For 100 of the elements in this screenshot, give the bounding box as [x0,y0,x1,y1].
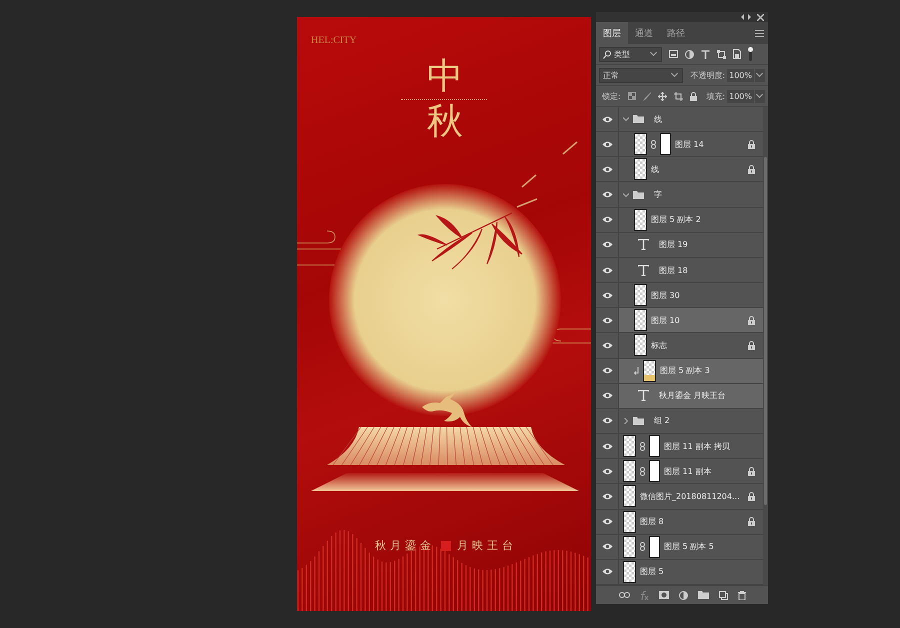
layer-row[interactable]: 标志 [596,333,763,359]
eye-icon[interactable] [602,518,612,526]
layer-row[interactable]: 微信图片_20180811204... [596,484,763,510]
panel-tab[interactable]: 通道 [628,22,660,44]
folder-icon[interactable] [698,591,708,599]
eye-icon[interactable] [602,316,612,324]
eye-icon[interactable] [602,342,612,349]
lock-label: 锁定: [602,90,621,102]
new-layer-icon[interactable] [718,590,728,600]
tagline-text: 秋月鎏金 [375,538,435,553]
brush-icon[interactable] [642,92,651,100]
link-icon [640,542,645,552]
eye-icon[interactable] [602,568,612,576]
blend-mode-dropdown[interactable]: 正常 [599,68,683,82]
eye-icon[interactable] [602,292,612,299]
layer-thumbnail [634,334,647,356]
shape-filter-icon[interactable] [717,50,726,58]
layer-name: 图层 5 [640,566,664,578]
scrollbar[interactable] [762,107,768,585]
layer-name: 图层 5 副本 2 [651,214,701,226]
layer-thumbnail [623,460,636,482]
layer-row[interactable]: 线 [596,157,763,182]
layer-thumbnail [634,284,647,306]
layer-name: 图层 10 [651,314,680,326]
layer-thumbnail [623,536,636,558]
menu-icon[interactable] [755,30,764,36]
layer-row[interactable]: 图层 11 副本 [596,459,763,484]
layer-row[interactable]: 组 2 [596,408,763,434]
eye-icon[interactable] [602,417,612,424]
layer-thumbnail [634,133,647,156]
eye-icon[interactable] [602,191,612,198]
opacity-field[interactable]: 100% [727,68,754,82]
title-character: 中 [427,59,463,95]
layer-row[interactable]: 图层 5 副本 2 [596,208,763,233]
eye-icon[interactable] [602,492,612,500]
layer-name: 图层 14 [675,138,704,150]
link-icon [651,140,656,149]
layer-row[interactable]: 图层 10 [596,308,763,334]
image-filter-icon[interactable] [669,50,678,58]
collapse-icon[interactable] [741,14,751,20]
layer-row[interactable]: 秋月鎏金 月映王台 [596,384,763,409]
link-layers-icon[interactable] [618,592,630,598]
layer-name: 线 [654,114,662,125]
clipping-arrow-icon [634,366,639,375]
type-filter-icon[interactable] [701,50,710,58]
layer-name: 图层 18 [659,264,688,276]
layer-name: 图层 5 副本 5 [664,541,714,552]
close-icon[interactable] [757,14,764,20]
eye-icon[interactable] [602,116,612,123]
smart-object-filter-icon[interactable] [733,49,741,59]
layer-row[interactable]: 图层 19 [596,232,763,258]
layer-row[interactable]: 字 [596,182,763,208]
layer-thumbnail [623,435,636,458]
adjustment-layer-icon[interactable] [678,590,688,600]
chevron-down-icon[interactable] [623,116,629,122]
layer-name: 图层 11 副本 拷贝 [664,440,730,452]
layer-name: 秋月鎏金 月映王台 [659,390,726,402]
lock-pixels-icon[interactable] [628,92,636,100]
fill-dropdown-button[interactable] [755,90,765,102]
eye-icon[interactable] [602,216,612,224]
layer-row[interactable]: 图层 30 [596,283,763,308]
layer-row[interactable]: 图层 14 [596,132,763,158]
chevron-right-icon[interactable] [623,418,629,424]
layer-row[interactable]: 图层 5 [596,560,763,585]
layer-row[interactable]: 图层 5 副本 3 [596,358,763,384]
search-icon [603,50,611,58]
layer-row[interactable]: 图层 11 副本 拷贝 [596,434,763,460]
folder-icon [633,416,644,425]
layer-thumbnail [634,158,647,180]
layer-row[interactable]: 线 [596,107,763,132]
logo-text: HEL:CITY [311,35,357,46]
layer-row[interactable]: 图层 18 [596,258,763,284]
eye-icon[interactable] [602,468,612,475]
filter-dropdown[interactable]: 类型 [599,46,662,62]
eye-icon[interactable] [602,140,612,148]
move-icon[interactable] [658,92,667,100]
seal-icon [441,540,451,550]
layer-name: 图层 5 副本 3 [660,365,710,376]
layer-name: 字 [654,189,662,200]
adjustment-filter-icon[interactable] [685,50,694,58]
eye-icon[interactable] [602,367,612,374]
filter-toggle[interactable] [748,47,753,61]
eye-icon[interactable] [602,241,612,248]
trash-icon[interactable] [738,590,746,600]
layer-name: 线 [651,164,659,175]
opacity-dropdown-button[interactable] [755,68,765,82]
panel-tab[interactable]: 路径 [660,22,692,44]
layer-row[interactable]: 图层 8 [596,510,763,535]
eye-icon[interactable] [602,392,612,400]
text-layer-icon [638,239,649,250]
lock-icon[interactable] [690,92,697,100]
chevron-down-icon[interactable] [623,192,629,198]
mask-icon[interactable] [658,591,668,599]
panel-tab[interactable]: 图层 [596,22,628,44]
fill-field[interactable]: 100% [727,90,754,102]
eye-icon[interactable] [602,266,612,274]
eye-icon[interactable] [602,442,612,450]
layer-row[interactable]: 图层 5 副本 5 [596,534,763,560]
eye-icon[interactable] [602,166,612,173]
eye-icon[interactable] [602,543,612,550]
